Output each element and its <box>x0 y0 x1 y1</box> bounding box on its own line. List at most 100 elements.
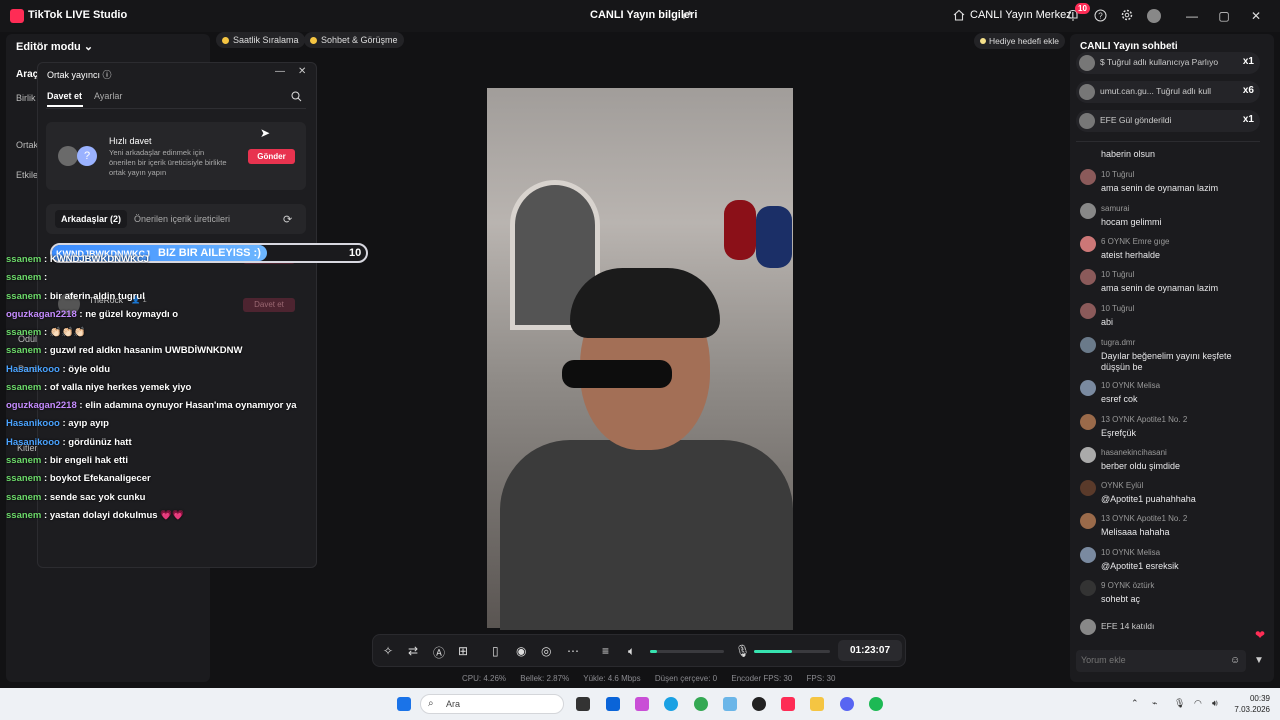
sliders-icon[interactable]: ≡ <box>602 644 616 658</box>
profile-avatar[interactable] <box>1147 9 1161 23</box>
avatar[interactable] <box>1080 414 1096 430</box>
close-panel-icon[interactable]: ✕ <box>298 66 306 77</box>
obs-icon[interactable] <box>752 697 766 711</box>
emoji-icon[interactable]: ☺ <box>1230 655 1240 666</box>
avatar[interactable] <box>1080 447 1096 463</box>
svg-text:?: ? <box>1098 12 1103 21</box>
avatar[interactable] <box>1080 547 1096 563</box>
avatar[interactable] <box>1080 480 1096 496</box>
invite-button[interactable]: Davet et <box>243 298 295 312</box>
search-icon[interactable] <box>291 91 302 102</box>
overlay-chat-line: ssanem : bir aferin aldin tugrul <box>6 291 145 302</box>
minimize-panel-icon[interactable]: — <box>275 66 285 77</box>
info-icon[interactable]: ⓘ <box>103 70 112 80</box>
avatar[interactable] <box>1080 269 1096 285</box>
ai-icon[interactable]: Ⓐ <box>433 644 447 660</box>
speaker-icon[interactable]: 🔈︎ <box>628 644 642 658</box>
chat-username[interactable]: OYNK Eylül <box>1101 481 1143 490</box>
overlay-chat-user: ssanem <box>6 254 42 265</box>
wifi-icon[interactable]: ◠ <box>1194 698 1202 709</box>
chat-username[interactable]: 10 OYNK Melisa <box>1101 548 1160 557</box>
chat-username[interactable]: 13 OYNK Apotite1 No. 2 <box>1101 514 1187 523</box>
avatar[interactable] <box>1080 169 1096 185</box>
chat-username[interactable]: tugra.dmr <box>1101 338 1135 347</box>
camera-icon[interactable]: ◎ <box>541 644 555 658</box>
discord-icon[interactable] <box>840 697 854 711</box>
tab-suggested-creators[interactable]: Önerilen içerik üreticileri <box>134 214 230 224</box>
gift-row: EFE Gül gönderildi x1 <box>1076 110 1260 132</box>
memory-stat: Bellek: 2.87% <box>520 674 570 683</box>
left-label-ortak[interactable]: Ortak <box>16 140 38 150</box>
refresh-icon[interactable]: ⟳ <box>283 213 292 226</box>
task-view-icon[interactable] <box>576 697 590 711</box>
volume-slider[interactable] <box>650 650 724 653</box>
record-icon[interactable]: ◉ <box>516 644 530 658</box>
windows-start-icon[interactable] <box>397 697 411 711</box>
chat-username[interactable]: 10 Tuğrul <box>1101 270 1134 279</box>
share-icon[interactable] <box>682 9 694 21</box>
tiktok-studio-icon[interactable] <box>781 697 795 711</box>
tab-friends[interactable]: Arkadaşlar (2) <box>55 210 128 228</box>
avatar[interactable] <box>1080 513 1096 529</box>
chat-call-pill[interactable]: Sohbet & Görüşme <box>304 32 404 48</box>
phone-icon[interactable]: ▯ <box>492 644 506 658</box>
encoder-fps-stat: Encoder FPS: 30 <box>731 674 793 683</box>
live-center-button[interactable]: CANLI Yayın Merkezi <box>953 9 1074 21</box>
avatar <box>58 146 78 166</box>
avatar <box>1080 619 1096 635</box>
volume-tray-icon[interactable]: 🔊︎ <box>1212 698 1218 709</box>
microphone-tray-icon[interactable]: 🎙︎ <box>1174 698 1185 709</box>
chrome-icon[interactable] <box>694 697 708 711</box>
chat-username[interactable]: 9 OYNK öztürk <box>1101 581 1154 590</box>
tab-invite[interactable]: Davet et <box>47 91 82 101</box>
chat-username[interactable]: 10 Tuğrul <box>1101 304 1134 313</box>
copilot-icon[interactable] <box>635 697 649 711</box>
chat-username[interactable]: 13 OYNK Apotite1 No. 2 <box>1101 415 1187 424</box>
co-host-title-text: Ortak yayıncı <box>47 70 101 80</box>
chat-title: CANLI Yayın sohbeti <box>1080 41 1178 52</box>
overlay-chat-text: : boykot Efekanaligecer <box>44 473 151 484</box>
avatar[interactable] <box>1080 303 1096 319</box>
avatar[interactable] <box>1080 337 1096 353</box>
microphone-icon[interactable]: 🎙︎ <box>735 644 750 658</box>
chat-username[interactable]: 10 OYNK Melisa <box>1101 381 1160 390</box>
help-icon[interactable]: ? <box>1094 9 1107 22</box>
chat-username[interactable]: 6 OYNK Emre gıge <box>1101 237 1169 246</box>
edge-icon[interactable] <box>664 697 678 711</box>
send-button[interactable]: Gönder <box>248 149 295 164</box>
quick-invite-description: Yeni arkadaşlar edinmek için önerilen bi… <box>109 148 227 177</box>
avatar[interactable] <box>1080 580 1096 596</box>
chat-username[interactable]: 10 Tuğrul <box>1101 170 1134 179</box>
close-icon[interactable]: ✕ <box>1248 8 1264 24</box>
chat-username[interactable]: hasanekincihasani <box>1101 448 1167 457</box>
avatar[interactable] <box>1080 380 1096 396</box>
network-icon[interactable]: ⌁ <box>1152 698 1157 709</box>
chevron-up-icon[interactable]: ⌃ <box>1131 698 1139 709</box>
file-explorer-icon[interactable] <box>810 697 824 711</box>
filter-icon[interactable]: ▼ <box>1254 655 1264 666</box>
chat-username[interactable]: samurai <box>1101 204 1129 213</box>
avatar[interactable] <box>1080 236 1096 252</box>
outlook-icon[interactable] <box>606 697 620 711</box>
minimize-icon[interactable]: — <box>1184 8 1200 24</box>
add-scene-icon[interactable]: ⊞ <box>458 644 472 658</box>
hourly-ranking-pill[interactable]: Saatlik Sıralama <box>216 32 305 48</box>
comment-input[interactable] <box>1081 655 1221 665</box>
spotify-icon[interactable] <box>869 697 883 711</box>
search-icon: ⌕ <box>428 698 434 709</box>
translate-icon[interactable]: ⇄ <box>408 644 422 658</box>
maximize-icon[interactable]: ▢ <box>1216 8 1232 24</box>
taskbar-search[interactable] <box>420 694 564 714</box>
magic-wand-icon[interactable]: ✧ <box>383 644 397 658</box>
overlay-chat-text: : yastan dolayi dokulmus 💗💗 <box>44 510 184 521</box>
settings-app-icon[interactable] <box>723 697 737 711</box>
tab-settings[interactable]: Ayarlar <box>94 91 122 101</box>
overlay-chat-line: Hasanikooo : öyle oldu <box>6 364 110 375</box>
more-icon[interactable]: ⋯ <box>567 644 581 658</box>
taskbar-clock[interactable]: 00:39 7.03.2026 <box>1230 693 1270 715</box>
gear-icon[interactable] <box>1120 8 1134 22</box>
gift-goal-button[interactable]: Hediye hedefi ekle <box>974 33 1065 49</box>
gift-count: x1 <box>1242 56 1254 67</box>
editor-mode-dropdown[interactable]: Editör modu ⌄ <box>16 40 93 53</box>
avatar[interactable] <box>1080 203 1096 219</box>
